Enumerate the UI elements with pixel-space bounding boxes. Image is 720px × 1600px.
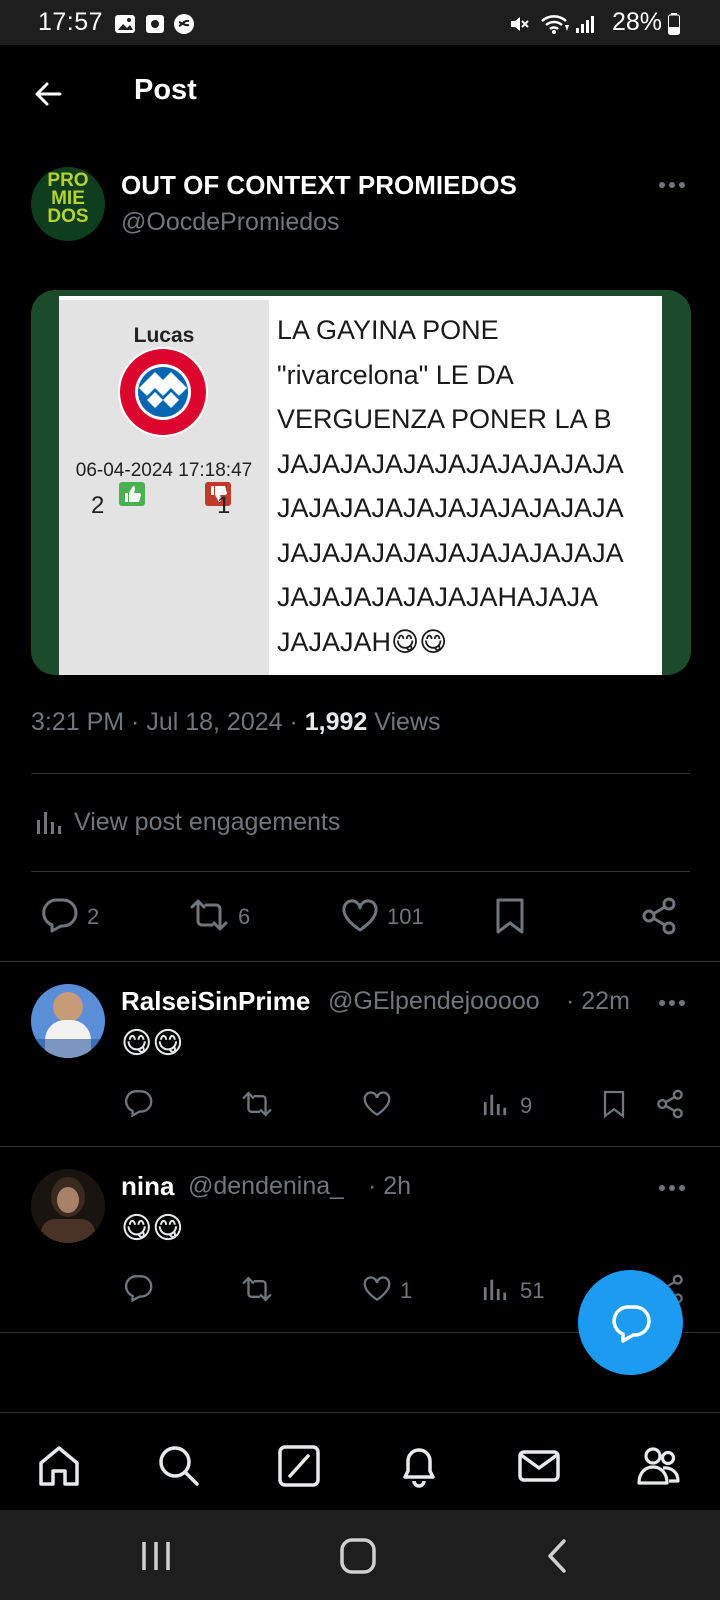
notifications-icon[interactable] <box>396 1443 442 1489</box>
comment-likes: 2 <box>91 492 105 519</box>
comment-user-panel: Lucas 06-04-2024 17:18:47 2 1 <box>59 300 269 675</box>
more-options-icon[interactable] <box>657 998 687 1008</box>
battery-percent: 28% <box>612 8 663 36</box>
gallery-icon <box>115 15 135 33</box>
comment-date: 06-04-2024 17:18:47 <box>75 460 253 481</box>
reply-content: 😋😋 <box>121 1212 184 1245</box>
image-content: Lucas 06-04-2024 17:18:47 2 1 LA GAYINA … <box>59 290 662 675</box>
comment-dislikes: 1 <box>217 492 231 519</box>
author-name[interactable]: OUT OF CONTEXT PROMIEDOS <box>121 170 517 201</box>
post-time: 3:21 PM <box>31 708 125 736</box>
post-image[interactable]: Lucas 06-04-2024 17:18:47 2 1 LA GAYINA … <box>31 290 691 675</box>
views-label: Views <box>374 708 441 736</box>
like-icon[interactable] <box>362 1276 392 1302</box>
comment-username: Lucas <box>133 324 195 347</box>
repost-icon[interactable] <box>240 1275 274 1303</box>
share-icon[interactable] <box>656 1089 684 1119</box>
app-notification-icon <box>146 15 164 33</box>
reply-time: · 22m <box>566 987 630 1015</box>
home-icon[interactable] <box>36 1443 82 1489</box>
reply-name-wrap: RalseiSinPrime <box>121 986 321 1017</box>
signal-icon <box>576 16 594 33</box>
bottom-nav <box>0 1412 720 1510</box>
avatar-logo: PRO MIE DOS <box>47 170 89 227</box>
reply-count: 2 <box>87 904 100 929</box>
reply-icon[interactable] <box>123 1274 153 1302</box>
reply-view-count: 9 <box>520 1093 533 1118</box>
reply-content: 😋😋 <box>121 1027 184 1060</box>
reply-author-handle[interactable]: @GElpendejooooo <box>328 987 562 1016</box>
analytics-icon <box>37 812 61 834</box>
post-meta: 3:21 PM · Jul 18, 2024 · 1,992 Views <box>31 708 441 736</box>
battery-icon <box>668 13 680 35</box>
mute-icon <box>511 17 529 31</box>
like-count: 101 <box>387 904 424 929</box>
reply-time: · 2h <box>368 1172 412 1200</box>
sync-icon <box>174 14 194 34</box>
messages-icon[interactable] <box>516 1443 562 1489</box>
back-arrow-icon[interactable] <box>30 76 66 112</box>
like-icon[interactable] <box>362 1091 392 1117</box>
reply-author-name[interactable]: RalseiSinPrime <box>121 986 310 1016</box>
like-icon[interactable] <box>341 899 379 933</box>
more-options-icon[interactable] <box>657 180 687 190</box>
grok-icon[interactable] <box>276 1443 322 1489</box>
wifi-icon <box>541 15 569 34</box>
bookmark-icon[interactable] <box>494 897 526 935</box>
reply-author-handle[interactable]: @dendenina_ <box>188 1172 344 1201</box>
repost-count: 6 <box>238 904 251 929</box>
page-title: Post <box>134 74 197 106</box>
share-icon[interactable] <box>641 897 677 935</box>
post-date: Jul 18, 2024 <box>146 708 283 736</box>
divider <box>31 773 690 774</box>
home-button-icon[interactable] <box>339 1537 377 1575</box>
status-bar: 17:57 28% <box>0 0 720 45</box>
reply-view-count: 51 <box>520 1278 545 1303</box>
system-nav-bar <box>0 1510 720 1600</box>
reply-item[interactable]: RalseiSinPrime @GElpendejooooo · 22m 😋😋 … <box>0 962 720 1146</box>
communities-icon[interactable] <box>636 1443 682 1489</box>
views-icon[interactable] <box>482 1090 508 1118</box>
repost-icon[interactable] <box>240 1090 274 1118</box>
recent-apps-icon[interactable] <box>138 1538 174 1574</box>
more-options-icon[interactable] <box>657 1183 687 1193</box>
reply-avatar[interactable] <box>31 1169 105 1243</box>
reply-avatar[interactable] <box>31 984 105 1058</box>
system-back-icon[interactable] <box>544 1538 570 1574</box>
author-handle[interactable]: @OocdePromiedos <box>121 208 340 237</box>
view-engagements-link[interactable]: View post engagements <box>74 808 340 837</box>
reply-author-name[interactable]: nina <box>121 1171 174 1202</box>
thumbs-up-icon <box>119 482 145 506</box>
search-icon[interactable] <box>156 1443 202 1489</box>
comment-text: LA GAYINA PONE "rivarcelona" LE DA VERGU… <box>277 315 624 657</box>
reply-bubble-icon <box>612 1305 651 1343</box>
reply-icon[interactable] <box>40 897 78 933</box>
divider <box>31 871 690 872</box>
author-avatar[interactable]: PRO MIE DOS <box>31 167 105 241</box>
bookmark-icon[interactable] <box>602 1088 626 1120</box>
repost-icon[interactable] <box>188 897 230 933</box>
bayern-crest-icon <box>118 347 208 437</box>
reply-like-count: 1 <box>400 1278 413 1303</box>
views-icon[interactable] <box>482 1275 508 1303</box>
compose-reply-button[interactable] <box>578 1270 683 1375</box>
reply-icon[interactable] <box>123 1089 153 1117</box>
views-count: 1,992 <box>304 708 368 736</box>
status-time: 17:57 <box>38 8 104 36</box>
